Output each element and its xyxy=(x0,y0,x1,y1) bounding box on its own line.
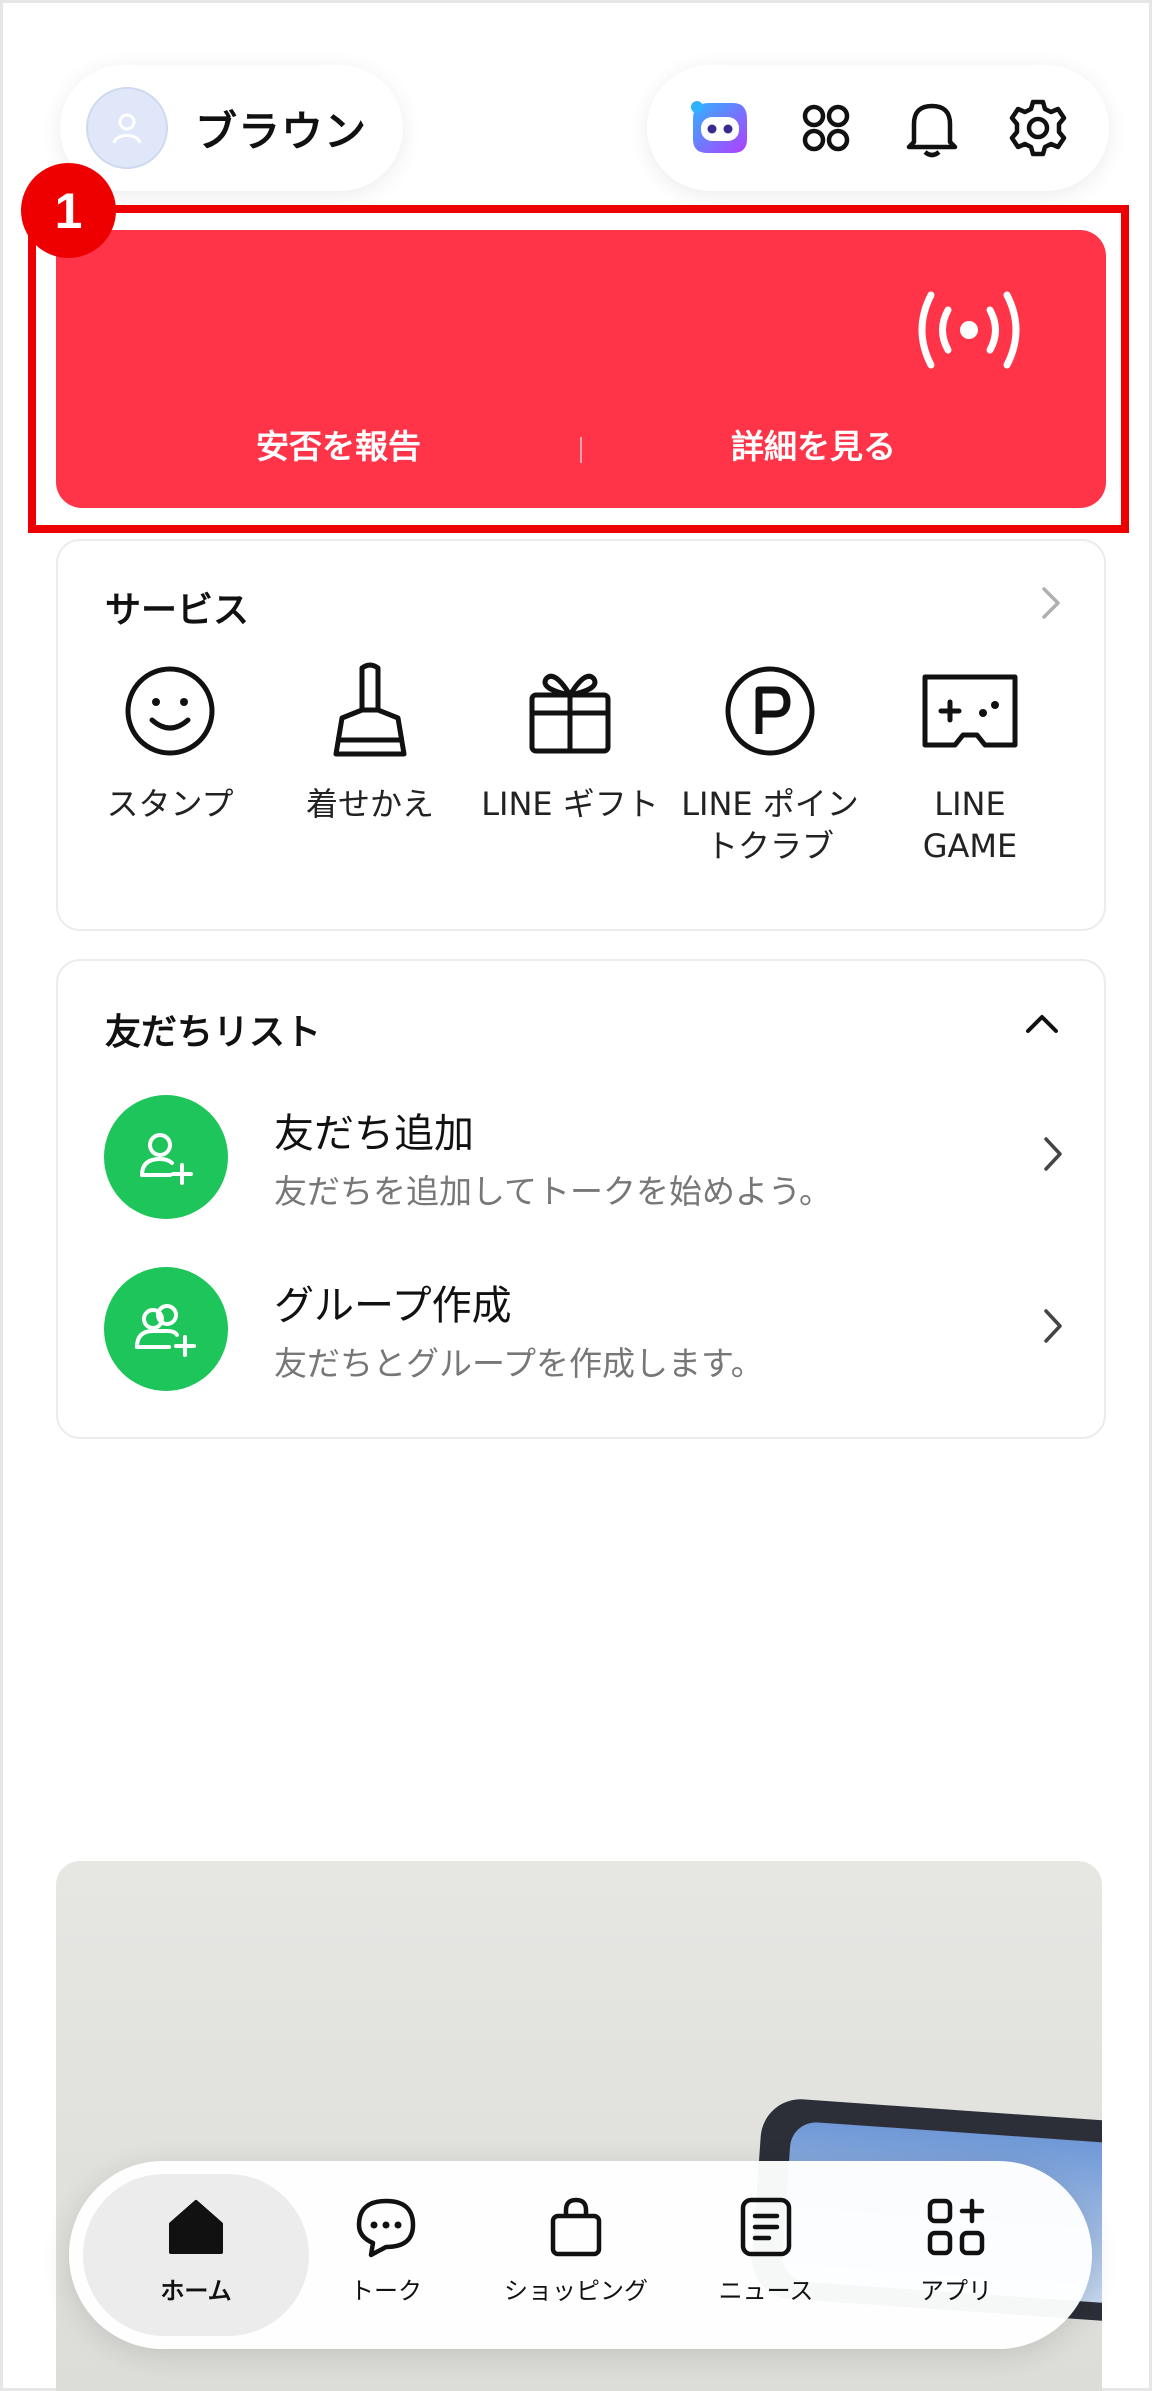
person-icon xyxy=(112,113,142,144)
chevron-right-icon xyxy=(1042,1307,1064,1349)
bottom-navigation: ホーム トーク ショッピング ニュース アプリ xyxy=(69,2161,1092,2349)
friend-row-subtitle: 友だちとグループを作成します。 xyxy=(274,1344,764,1383)
service-gift[interactable]: LINE ギフト xyxy=(470,661,670,825)
points-icon xyxy=(720,661,820,761)
nav-label: ショッピング xyxy=(504,2277,648,2305)
service-points[interactable]: LINE ポイン トクラブ xyxy=(670,661,870,867)
service-theme[interactable]: 着せかえ xyxy=(270,661,470,825)
add-friend-row[interactable]: 友だち追加 友だちを追加してトークを始めよう。 xyxy=(104,1095,1064,1225)
nav-label: トーク xyxy=(350,2277,422,2305)
brush-icon xyxy=(320,661,420,761)
step-badge: 1 xyxy=(21,163,116,258)
apps-grid-icon[interactable] xyxy=(791,93,861,163)
friends-list-card: 友だちリスト 友だち追加 友だちを追加してトークを始めよう。 グループ作成 友だ… xyxy=(56,959,1106,1439)
nav-label: ニュース xyxy=(718,2277,814,2305)
avatar xyxy=(86,87,168,169)
service-game[interactable]: LINE GAME xyxy=(870,661,1070,867)
profile-name: ブラウン xyxy=(195,106,368,156)
apps-icon xyxy=(861,2189,1051,2265)
profile-button[interactable]: ブラウン xyxy=(60,65,403,191)
service-label: スタンプ xyxy=(106,785,234,823)
highlight-box xyxy=(28,205,1129,533)
create-group-row[interactable]: グループ作成 友だちとグループを作成します。 xyxy=(104,1267,1064,1397)
nav-apps[interactable]: アプリ xyxy=(861,2189,1051,2306)
gamepad-icon xyxy=(920,661,1020,761)
add-friend-icon xyxy=(104,1095,228,1219)
services-title: サービス xyxy=(105,590,250,631)
service-stamp[interactable]: スタンプ xyxy=(70,661,270,825)
friend-row-subtitle: 友だちを追加してトークを始めよう。 xyxy=(274,1172,833,1211)
friends-list-title: 友だちリスト xyxy=(105,1012,322,1053)
bell-icon[interactable] xyxy=(897,93,967,163)
nav-news[interactable]: ニュース xyxy=(671,2189,861,2306)
nav-chat[interactable]: トーク xyxy=(291,2189,481,2306)
header-icon-bar xyxy=(647,65,1109,191)
nav-label: ホーム xyxy=(160,2277,232,2305)
gear-icon[interactable] xyxy=(1003,93,1073,163)
service-label: 着せかえ xyxy=(305,785,434,823)
service-label: LINE ポイン トクラブ xyxy=(681,785,859,865)
chat-icon xyxy=(291,2189,481,2265)
service-label: LINE GAME xyxy=(922,785,1018,865)
service-label: LINE ギフト xyxy=(481,785,659,823)
smile-icon xyxy=(120,661,220,761)
gift-icon xyxy=(520,661,620,761)
shopping-bag-icon xyxy=(481,2189,671,2265)
nav-shopping[interactable]: ショッピング xyxy=(481,2189,671,2306)
ai-assistant-icon[interactable] xyxy=(685,93,755,163)
nav-label: アプリ xyxy=(920,2277,992,2305)
app-frame: ブラウン 安否を報告 詳細を見る 1 サービス スタンプ 着せかえ LINE ギ… xyxy=(0,0,1152,2391)
services-card: サービス スタンプ 着せかえ LINE ギフト LINE ポイン トクラブ LI… xyxy=(56,539,1106,931)
home-icon xyxy=(101,2189,291,2265)
chevron-right-icon xyxy=(1042,1135,1064,1177)
friend-row-title: グループ作成 xyxy=(274,1283,512,1329)
chevron-right-icon[interactable] xyxy=(1040,585,1062,625)
news-icon xyxy=(671,2189,861,2265)
chevron-up-icon[interactable] xyxy=(1024,1013,1060,1039)
create-group-icon xyxy=(104,1267,228,1391)
nav-home[interactable]: ホーム xyxy=(101,2189,291,2306)
friend-row-title: 友だち追加 xyxy=(274,1111,474,1157)
